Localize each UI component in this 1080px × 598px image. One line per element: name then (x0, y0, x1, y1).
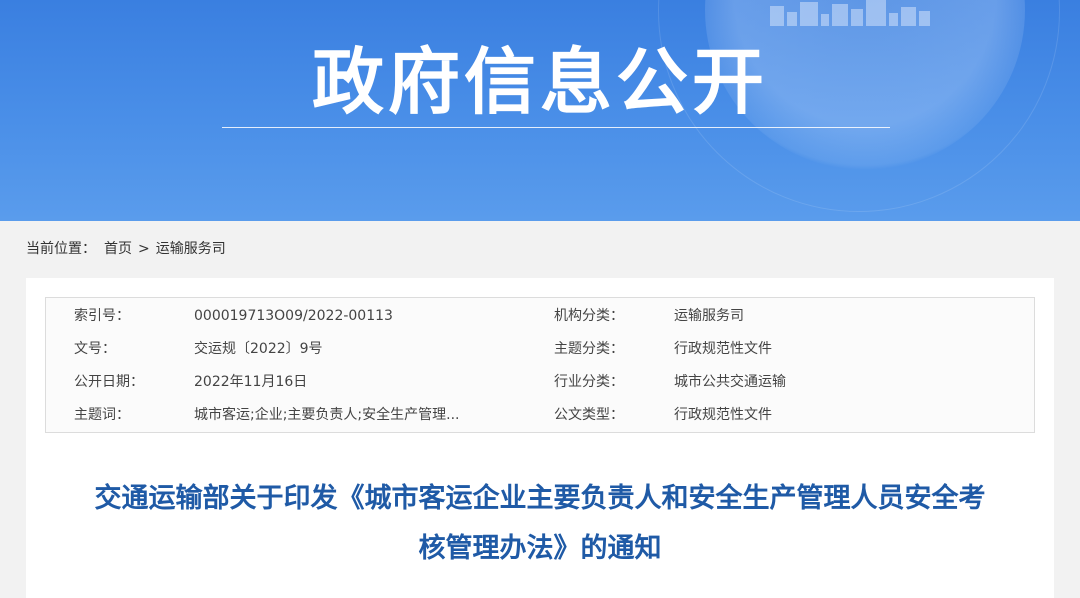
metadata-value: 交运规〔2022〕9号 (194, 341, 323, 357)
metadata-value: 行政规范性文件 (674, 341, 772, 357)
metadata-key: 公文类型： (554, 407, 624, 423)
banner-title: 政府信息公开 (311, 40, 768, 124)
breadcrumb-label: 当前位置： (26, 241, 96, 257)
breadcrumb-current-link[interactable]: 运输服务司 (156, 239, 226, 259)
breadcrumb-home-link[interactable]: 首页 (104, 239, 132, 259)
metadata-key: 索引号： (74, 308, 130, 324)
metadata-key: 主题分类： (554, 341, 624, 357)
metadata-key: 行业分类： (554, 374, 624, 390)
skyline-graphic (770, 0, 960, 26)
metadata-value: 行政规范性文件 (674, 407, 772, 423)
metadata-row: 主题词： 城市客运;企业;主要负责人;安全生产管理... 公文类型： 行政规范性… (46, 405, 1034, 425)
breadcrumb-separator: > (138, 241, 150, 257)
metadata-row: 公开日期： 2022年11月16日 行业分类： 城市公共交通运输 (46, 372, 1034, 392)
metadata-value: 城市客运;企业;主要负责人;安全生产管理... (194, 407, 460, 423)
metadata-key: 主题词： (74, 407, 130, 423)
metadata-value: 运输服务司 (674, 308, 744, 324)
metadata-value: 城市公共交通运输 (674, 374, 786, 390)
metadata-value: 2022年11月16日 (194, 374, 308, 390)
document-title: 交通运输部关于印发《城市客运企业主要负责人和安全生产管理人员安全考 核管理办法》… (26, 474, 1054, 574)
metadata-row: 文号： 交运规〔2022〕9号 主题分类： 行政规范性文件 (46, 339, 1034, 359)
metadata-row: 索引号： 000019713O09/2022-00113 机构分类： 运输服务司 (46, 306, 1034, 326)
breadcrumb: 当前位置： 首页 > 运输服务司 (26, 239, 226, 259)
document-metadata-table: 索引号： 000019713O09/2022-00113 机构分类： 运输服务司… (45, 297, 1035, 433)
metadata-key: 文号： (74, 341, 116, 357)
metadata-key: 机构分类： (554, 308, 624, 324)
document-title-line: 交通运输部关于印发《城市客运企业主要负责人和安全生产管理人员安全考 (94, 483, 986, 514)
banner-divider (222, 127, 890, 128)
metadata-value: 000019713O09/2022-00113 (194, 308, 393, 324)
header-banner: 政府信息公开 (0, 0, 1080, 221)
metadata-key: 公开日期： (74, 374, 144, 390)
document-title-line: 核管理办法》的通知 (418, 533, 662, 564)
content-card: 索引号： 000019713O09/2022-00113 机构分类： 运输服务司… (26, 278, 1054, 598)
